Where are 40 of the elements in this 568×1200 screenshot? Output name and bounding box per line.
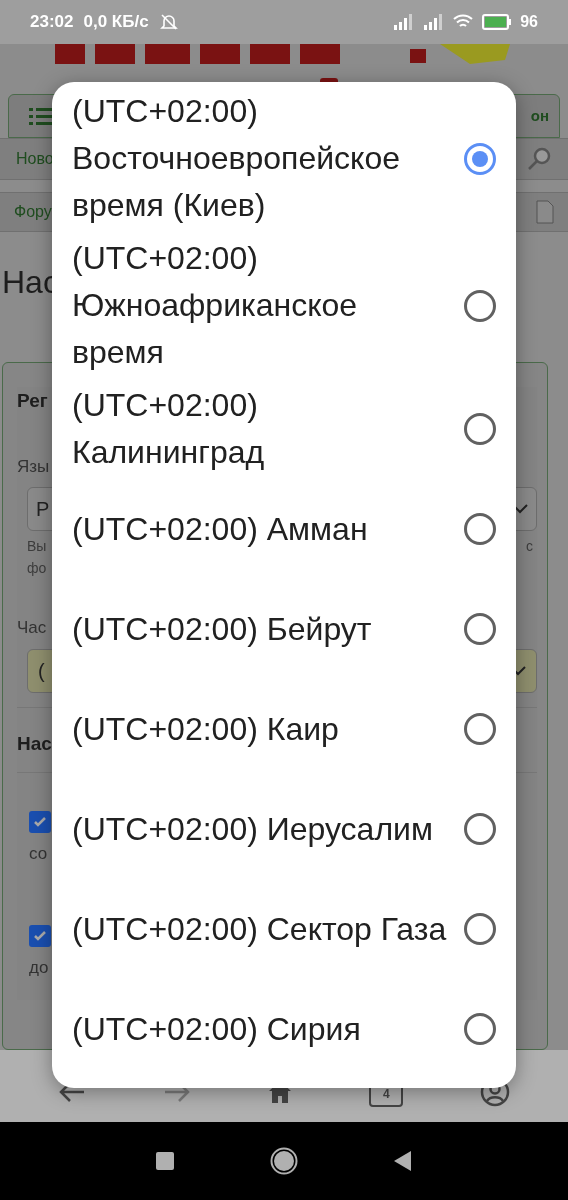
timezone-option[interactable]: (UTC+02:00) Сектор Газа — [52, 879, 516, 979]
timezone-option[interactable]: (UTC+02:00) Южноафриканское время — [52, 232, 516, 379]
hint-text: фо — [27, 559, 47, 578]
timezone-option[interactable]: (UTC+02:00) Амман — [52, 479, 516, 579]
network-speed: 0,0 КБ/с — [83, 11, 149, 34]
radio-button[interactable] — [464, 813, 496, 845]
square-icon[interactable] — [155, 1151, 175, 1171]
battery-icon — [482, 14, 513, 30]
radio-button[interactable] — [464, 289, 496, 322]
radio-button[interactable] — [464, 142, 496, 175]
radio-button[interactable] — [464, 913, 496, 945]
signal-icon — [422, 14, 445, 30]
circle-icon[interactable] — [270, 1147, 298, 1175]
checkbox[interactable] — [29, 924, 51, 947]
section-title: Нас — [17, 732, 52, 754]
radio-button[interactable] — [464, 613, 496, 645]
document-icon — [536, 200, 554, 224]
hint-text: Вы — [27, 537, 47, 556]
option-text: до — [29, 956, 49, 979]
clock: 23:02 — [30, 11, 74, 34]
section-title: Рег — [17, 389, 48, 413]
checkbox[interactable] — [29, 811, 51, 833]
timezone-option[interactable]: (UTC+02:00) Калининград — [52, 379, 516, 479]
field-label: Язы — [17, 455, 50, 478]
option-text: со — [29, 843, 48, 865]
back-triangle-icon[interactable] — [393, 1150, 413, 1172]
timezone-option[interactable]: (UTC+02:00) Иерусалим — [52, 779, 516, 879]
radio-button[interactable] — [464, 413, 496, 445]
signal-icon — [392, 14, 415, 30]
radio-button[interactable] — [464, 713, 496, 745]
field-label: Час — [17, 617, 47, 639]
radio-button[interactable] — [464, 513, 496, 545]
bell-off-icon — [158, 12, 179, 32]
timezone-option[interactable]: (UTC+02:00) Каир — [52, 679, 516, 779]
timezone-option[interactable]: (UTC+02:00) Бейрут — [52, 579, 516, 679]
hint-text: с — [526, 537, 533, 556]
battery-level: 96 — [520, 12, 538, 32]
search-icon — [526, 146, 552, 172]
radio-button[interactable] — [464, 1013, 496, 1045]
timezone-option[interactable]: (UTC+02:00) Сирия — [52, 979, 516, 1079]
